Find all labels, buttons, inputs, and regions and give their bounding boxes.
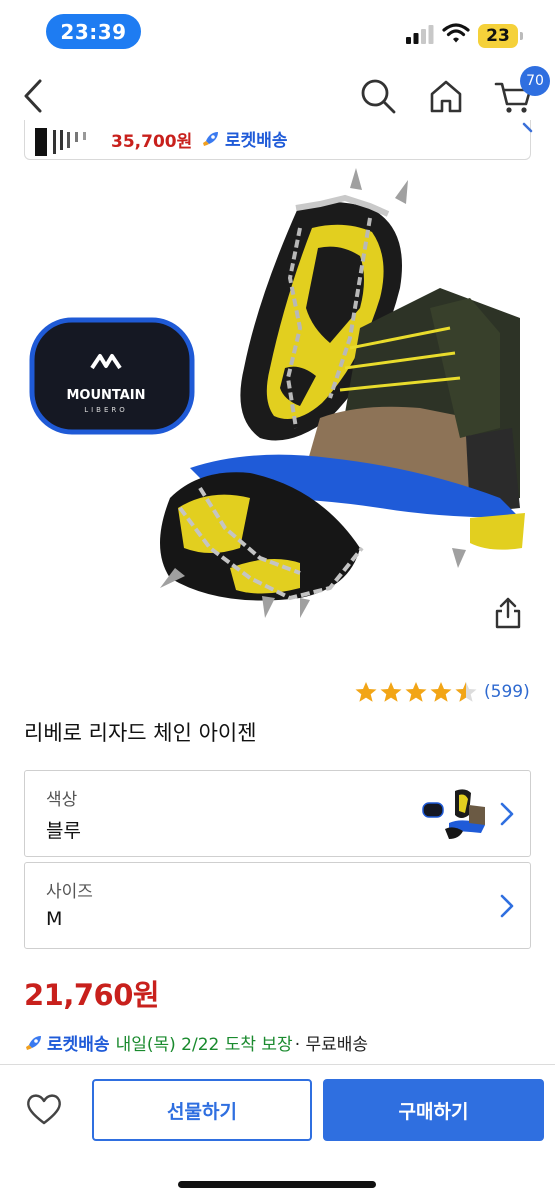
sale-price: 21,760원 [24,978,160,1012]
chevron-right-icon [500,802,514,826]
star-full-icon [355,682,377,702]
delivery-date: 내일(목) 2/22 도착 보장 [115,1035,293,1055]
star-full-icon [380,682,402,702]
back-arrow-icon[interactable] [16,76,52,116]
color-option-thumbnail [422,789,485,839]
battery-indicator: 23 [478,24,523,48]
top-navigation [0,62,555,128]
search-icon[interactable] [358,76,398,116]
home-indicator [178,1181,376,1188]
size-option-value: M [46,908,63,930]
home-icon[interactable] [426,76,466,116]
status-bar: 23:39 23 [0,0,555,62]
cart-count-badge: 70 [520,66,550,96]
mini-product-thumbnail [35,128,86,156]
product-rating[interactable]: (599) [354,680,530,704]
delivery-info: 로켓배송 내일(목) 2/22 도착 보장 · 무료배송 [24,1030,368,1055]
pouch-brand-line-2: LIBERO [84,406,128,414]
carry-pouch: MOUNTAIN LIBERO [29,317,195,435]
share-icon[interactable] [492,596,524,630]
bottom-action-bar: 선물하기 구매하기 [0,1064,555,1200]
star-rating [354,680,478,704]
chevron-right-icon [500,894,514,918]
wifi-icon [442,23,470,43]
free-shipping-label: · 무료배송 [294,1035,369,1055]
color-option-selector[interactable]: 색상 블루 [24,770,531,857]
mini-product-bar[interactable]: 35,700원 로켓배송 [24,120,533,160]
review-count[interactable]: (599) [484,682,530,702]
rocket-icon [203,131,218,146]
chevron-right-icon [522,122,533,133]
pouch-brand-line-1: MOUNTAIN [66,388,145,403]
size-option-label: 사이즈 [46,882,93,902]
cellular-signal-icon [406,25,434,44]
product-image[interactable]: MOUNTAIN LIBERO [0,168,555,648]
star-full-icon [430,682,452,702]
star-full-icon [405,682,427,702]
color-option-label: 색상 [46,790,78,810]
size-option-selector[interactable]: 사이즈 M [24,862,531,949]
status-time: 23:39 [46,14,141,49]
heart-icon[interactable] [24,1091,64,1127]
mini-rocket-delivery: 로켓배송 [201,126,288,151]
color-option-value: 블루 [46,820,81,842]
buy-now-button[interactable]: 구매하기 [323,1079,544,1141]
rocket-delivery-label: 로켓배송 [47,1035,110,1055]
rocket-icon [26,1035,41,1050]
mini-price: 35,700원 [111,132,193,152]
product-title: 리베로 리자드 체인 아이젠 [24,721,257,745]
star-half-icon [455,682,477,702]
mini-rocket-label: 로켓배송 [225,131,288,151]
gift-button[interactable]: 선물하기 [92,1079,312,1141]
